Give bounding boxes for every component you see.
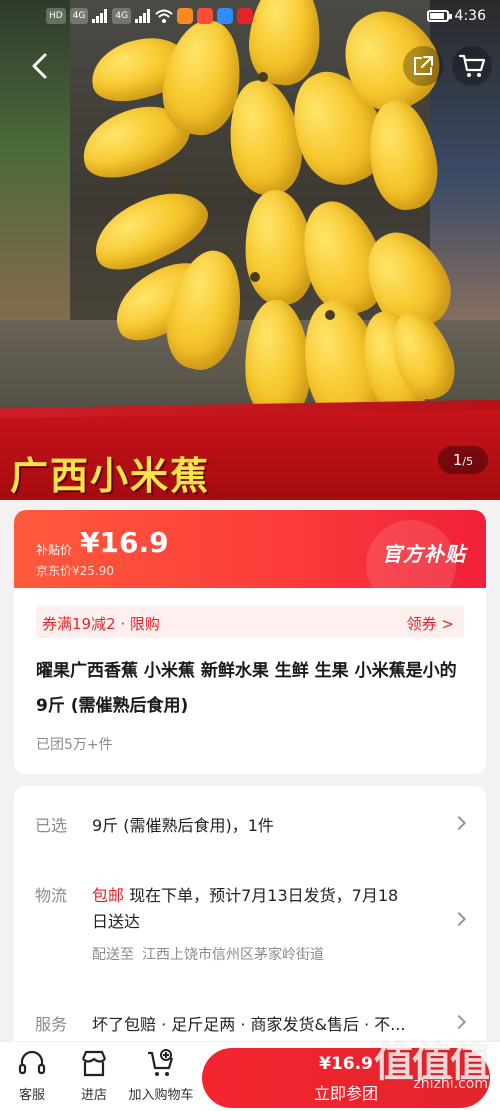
store-button[interactable]: 进店 <box>74 1048 114 1103</box>
cart-button[interactable] <box>452 46 492 86</box>
chevron-right-icon <box>451 911 467 927</box>
sold-count: 已团5万+件 <box>36 737 113 753</box>
share-button[interactable] <box>403 46 443 86</box>
signal-icon <box>92 9 108 23</box>
status-time: 4:36 <box>454 8 486 24</box>
back-button[interactable] <box>20 46 60 86</box>
customer-service-label: 客服 <box>18 1088 45 1103</box>
app-notification-icon <box>177 8 194 24</box>
page-total: /5 <box>462 455 474 468</box>
store-icon <box>81 1050 107 1077</box>
ship-to: 配送至 江西上饶市信州区茅家岭街道 <box>92 944 324 964</box>
add-to-cart-button[interactable]: 加入购物车 <box>124 1048 198 1103</box>
status-bar: HD 4G 4G 4:36 <box>0 0 500 34</box>
price-label: 补贴价 <box>36 543 73 557</box>
ship-to-label: 配送至 <box>92 947 134 963</box>
image-page-counter: 1/5 <box>438 446 488 474</box>
selected-value: 9斤 (需催熟后食用)，1件 <box>92 816 274 835</box>
wifi-icon <box>155 9 173 23</box>
logistics-text-1: 现在下单，预计7月13日发货，7月18 <box>129 886 399 905</box>
details-card: 已选 9斤 (需催熟后食用)，1件 物流 包邮 现在下单，预计7月13日发货，7… <box>14 786 486 1056</box>
selected-label: 已选 <box>35 816 68 835</box>
page-current: 1 <box>452 451 463 469</box>
network-indicator-2: 4G <box>112 8 132 24</box>
hero-title: 广西小米蕉 <box>10 454 211 498</box>
jd-app-icon <box>237 8 254 24</box>
free-shipping-tag: 包邮 <box>92 886 125 905</box>
status-icons-right: 4:36 <box>426 8 486 24</box>
official-subsidy-badge: 官方补贴 <box>382 542 466 566</box>
hd-indicator: HD <box>46 8 66 24</box>
share-icon <box>414 56 433 75</box>
add-to-cart-label: 加入购物车 <box>128 1088 194 1103</box>
chevron-right-icon <box>451 1014 467 1030</box>
claim-coupon-button[interactable]: 领券 > <box>407 613 454 634</box>
logistics-line-1: 包邮 现在下单，预计7月13日发货，7月18 <box>92 882 398 906</box>
status-icons-left: HD 4G 4G <box>46 8 254 24</box>
cart-icon <box>458 54 486 77</box>
logistics-text-2: 日送达 <box>92 912 141 931</box>
ship-to-address: 江西上饶市信州区茅家岭街道 <box>142 947 324 963</box>
chevron-right-icon <box>451 815 467 831</box>
customer-service-button[interactable]: 客服 <box>12 1048 52 1103</box>
logistics-label: 物流 <box>35 886 68 905</box>
signal-icon-2 <box>135 9 151 23</box>
battery-icon <box>426 10 452 22</box>
coupon-bar[interactable]: 券满19减2 · 限购 领券 > <box>36 606 464 638</box>
add-cart-icon <box>148 1049 174 1076</box>
service-value: 坏了包赔 · 足斤足两 · 商家发货&售后 · 不... <box>92 1015 406 1034</box>
product-title: 曜果广西香蕉 小米蕉 新鲜水果 生鲜 生果 小米蕉是小的 9斤 (需催熟后食用) <box>36 661 457 716</box>
price-value: ¥16.9 <box>80 526 169 559</box>
store-label: 进店 <box>80 1088 107 1103</box>
product-info-card: 补贴价 ¥16.9 京东价¥25.90 官方补贴 券满19减2 · 限购 领券 … <box>14 510 486 774</box>
service-label: 服务 <box>35 1015 68 1034</box>
app-notification-icon <box>197 8 214 24</box>
watermark-url: zhizhi.com <box>413 1076 488 1092</box>
coupon-text: 券满19减2 · 限购 <box>42 615 160 633</box>
banana-bunch-image <box>70 0 465 450</box>
original-price: 京东价¥25.90 <box>36 564 114 578</box>
chevron-left-icon <box>32 53 47 79</box>
search-app-icon <box>217 8 234 24</box>
headset-icon <box>18 1050 46 1075</box>
network-indicator: 4G <box>69 8 89 24</box>
